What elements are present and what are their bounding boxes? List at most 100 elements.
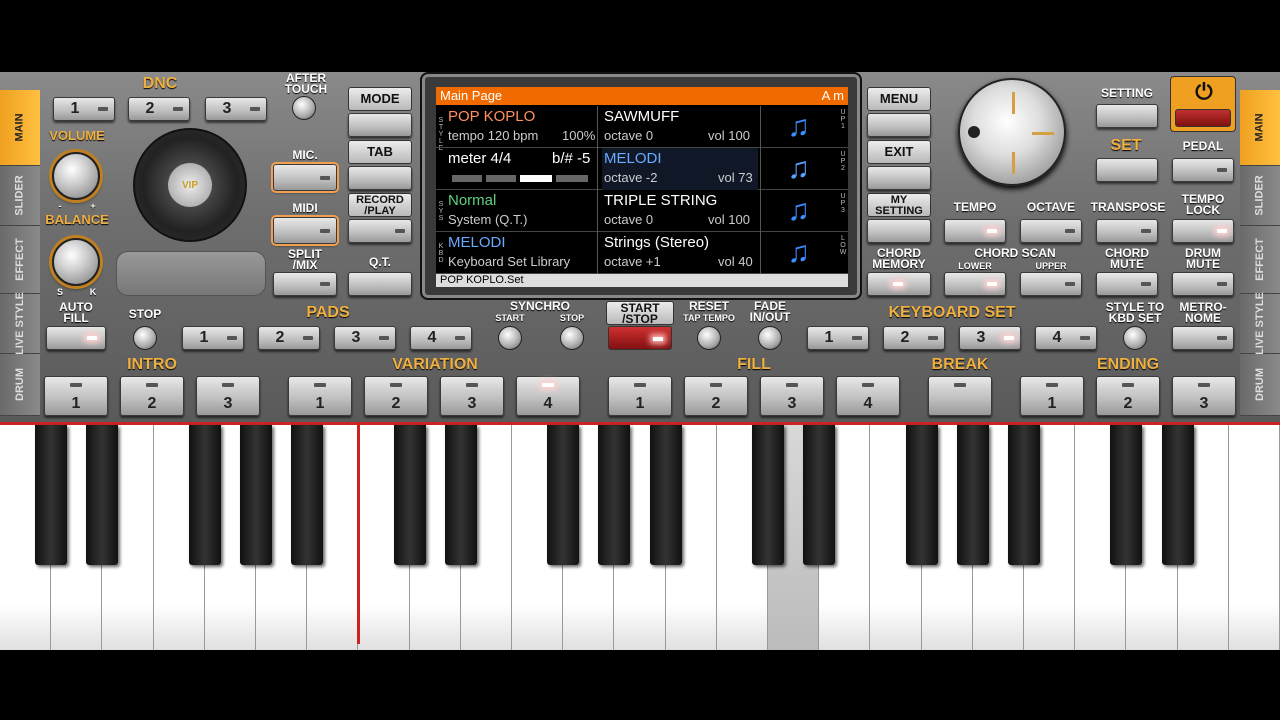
black-key[interactable] [905, 425, 938, 565]
pitch-pad[interactable] [116, 251, 266, 296]
pad-button-2[interactable]: 2 [258, 326, 320, 350]
after-touch-switch[interactable] [292, 96, 316, 120]
screen-row-meter[interactable]: meter 4/4 b/# -5 MELODI octave -2 vol 73 ♫ [436, 148, 848, 190]
chord-mute-button[interactable] [1096, 272, 1158, 296]
tab-slider-right[interactable]: SLIDER [1240, 166, 1280, 226]
keyboard-set-button-2[interactable]: 2 [883, 326, 945, 350]
variation-button-1[interactable]: 1 [288, 376, 352, 416]
dnc-button-2[interactable]: 2 [128, 97, 190, 121]
drum-mute-button[interactable] [1172, 272, 1234, 296]
black-key[interactable] [649, 425, 682, 565]
ending-button-2[interactable]: 2 [1096, 376, 1160, 416]
piano-keyboard[interactable] [0, 422, 1280, 650]
my-setting-button[interactable] [867, 219, 931, 243]
exit-button[interactable] [867, 166, 931, 190]
fill-button-1[interactable]: 1 [608, 376, 672, 416]
intro-button-3[interactable]: 3 [196, 376, 260, 416]
tab-main-right[interactable]: MAIN [1240, 90, 1280, 166]
transpose-button[interactable] [1096, 219, 1158, 243]
black-key[interactable] [444, 425, 477, 565]
pad-button-1[interactable]: 1 [182, 326, 244, 350]
start-stop-button[interactable] [608, 326, 672, 350]
screen-row-kbd[interactable]: MELODI Keyboard Set Library Strings (Ster… [436, 232, 848, 274]
reset-tap-tempo-button[interactable] [697, 326, 721, 350]
black-key[interactable] [86, 425, 119, 565]
data-dial[interactable] [958, 78, 1066, 186]
mic-button[interactable] [271, 162, 339, 193]
octave-button[interactable] [1020, 219, 1082, 243]
menu-button[interactable] [867, 113, 931, 137]
fill-button-3[interactable]: 3 [760, 376, 824, 416]
keyboard-set-button-3[interactable]: 3 [959, 326, 1021, 350]
led-indicator [1122, 383, 1134, 387]
black-key[interactable] [1161, 425, 1194, 565]
power-button[interactable] [1175, 109, 1231, 127]
fill-button-2[interactable]: 2 [684, 376, 748, 416]
black-key[interactable] [752, 425, 784, 565]
tempo-lock-button[interactable] [1172, 219, 1234, 243]
set-button[interactable] [1096, 158, 1158, 182]
fade-button[interactable] [758, 326, 782, 350]
midi-button[interactable] [271, 215, 339, 246]
tab-live-style-right[interactable]: LIVE STYLE [1240, 292, 1280, 355]
ending-button-1[interactable]: 1 [1020, 376, 1084, 416]
screen-row-style[interactable]: POP KOPLO tempo 120 bpm 100% SAWMUFF octave… [436, 106, 848, 148]
intro-button-2[interactable]: 2 [120, 376, 184, 416]
pedal-button[interactable] [1172, 158, 1234, 182]
variation-button-2[interactable]: 2 [364, 376, 428, 416]
black-key[interactable] [1008, 425, 1040, 565]
volume-knob[interactable] [52, 152, 100, 200]
black-key[interactable] [1110, 425, 1143, 565]
beat-indicator-4 [556, 175, 588, 182]
black-key[interactable] [291, 425, 324, 565]
black-key[interactable] [188, 425, 221, 565]
pad-button-4[interactable]: 4 [410, 326, 472, 350]
metronome-button[interactable] [1172, 326, 1234, 350]
black-key[interactable] [803, 425, 836, 565]
keyboard-set-button-4[interactable]: 4 [1035, 326, 1097, 350]
tab-drum-right[interactable]: DRUM [1240, 354, 1280, 416]
variation-button-3[interactable]: 3 [440, 376, 504, 416]
tab-slider-left[interactable]: SLIDER [0, 166, 40, 226]
split-mix-button[interactable] [273, 272, 337, 296]
black-key[interactable] [393, 425, 426, 565]
black-key[interactable] [35, 425, 68, 565]
vip-turntable[interactable]: VIP [133, 128, 247, 242]
synchro-stop-button[interactable] [560, 326, 584, 350]
dnc-button-1[interactable]: 1 [53, 97, 115, 121]
auto-fill-button[interactable] [46, 326, 106, 350]
tab-effect-right[interactable]: EFFECT [1240, 226, 1280, 294]
fill-button-4[interactable]: 4 [836, 376, 900, 416]
chord-scan-lower-button[interactable] [944, 272, 1006, 296]
chord-memory-button[interactable] [867, 272, 931, 296]
black-key[interactable] [547, 425, 580, 565]
black-key[interactable] [240, 425, 272, 565]
white-key[interactable] [1228, 425, 1280, 650]
intro-button-1[interactable]: 1 [44, 376, 108, 416]
ending-button-3[interactable]: 3 [1172, 376, 1236, 416]
tab-live-style-left[interactable]: LIVE STYLE [0, 292, 40, 355]
chord-scan-upper-button[interactable] [1020, 272, 1082, 296]
screen-row-sys[interactable]: Normal System (Q.T.) TRIPLE STRING octave … [436, 190, 848, 232]
record-play-button[interactable] [348, 219, 412, 243]
tempo-button[interactable] [944, 219, 1006, 243]
balance-knob[interactable] [52, 238, 100, 286]
pads-stop-button[interactable] [133, 326, 157, 350]
mode-button[interactable] [348, 113, 412, 137]
style-to-kbd-button[interactable] [1123, 326, 1147, 350]
black-key[interactable] [956, 425, 989, 565]
black-key[interactable] [598, 425, 631, 565]
tab-label: EFFECT [1253, 238, 1266, 281]
synchro-start-button[interactable] [498, 326, 522, 350]
dnc-button-3[interactable]: 3 [205, 97, 267, 121]
tab-effect-left[interactable]: EFFECT [0, 226, 40, 294]
keyboard-set-button-1[interactable]: 1 [807, 326, 869, 350]
break-button[interactable] [928, 376, 992, 416]
variation-button-4[interactable]: 4 [516, 376, 580, 416]
tab-drum-left[interactable]: DRUM [0, 354, 40, 416]
tab-button[interactable] [348, 166, 412, 190]
tab-main-left[interactable]: MAIN [0, 90, 40, 166]
pad-button-3[interactable]: 3 [334, 326, 396, 350]
setting-button[interactable] [1096, 104, 1158, 128]
qt-button[interactable] [348, 272, 412, 296]
